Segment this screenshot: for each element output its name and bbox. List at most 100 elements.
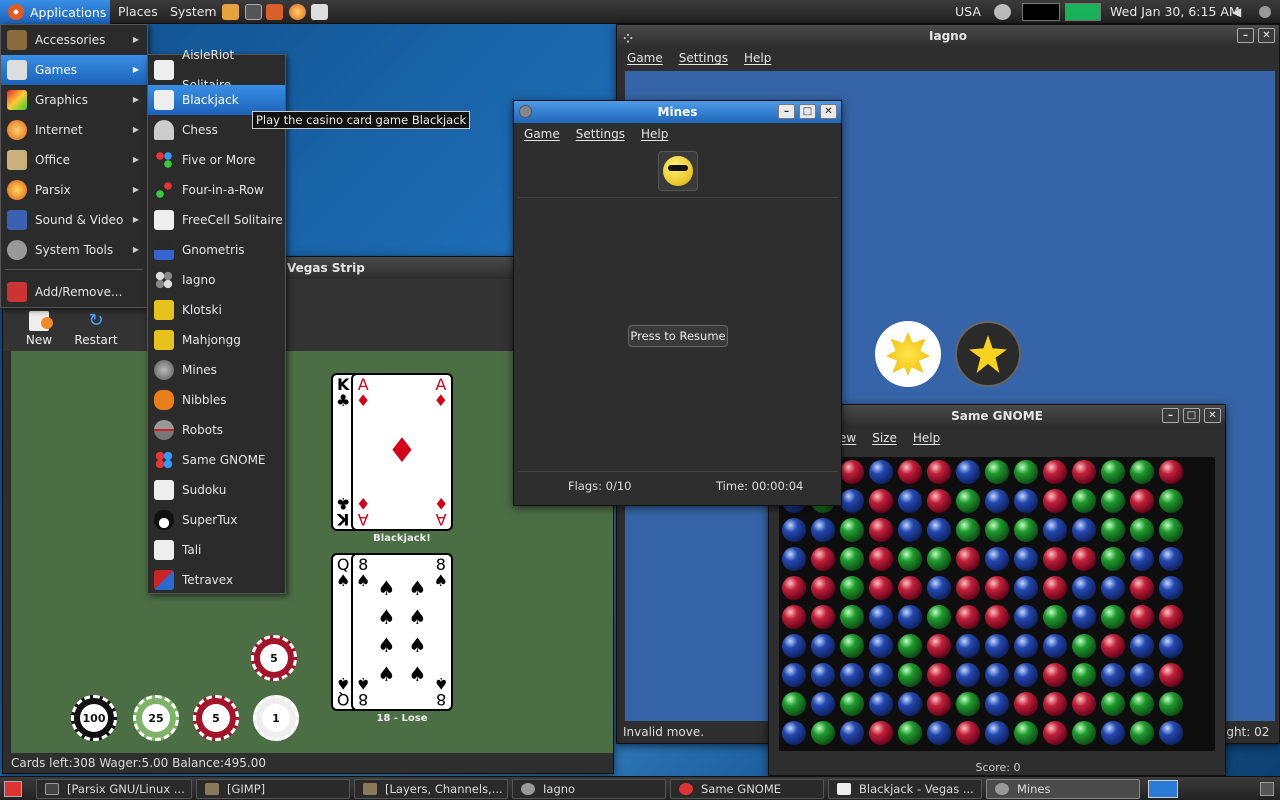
ball[interactable]	[869, 721, 893, 745]
menu-game[interactable]: Game	[627, 47, 663, 69]
ball[interactable]	[1043, 605, 1067, 629]
ball[interactable]	[1159, 663, 1183, 687]
ball[interactable]	[898, 605, 922, 629]
ball[interactable]	[840, 663, 864, 687]
menu-item-internet[interactable]: Internet ▶	[1, 115, 147, 145]
ball[interactable]	[840, 460, 864, 484]
iagno-titlebar[interactable]: ⁘ Iagno – ✕	[617, 25, 1279, 47]
workspace-switcher[interactable]	[1148, 780, 1178, 798]
menu-item-sound-video[interactable]: Sound & Video ▶	[1, 205, 147, 235]
menu-item-parsix[interactable]: Parsix ▶	[1, 175, 147, 205]
ball[interactable]	[1130, 721, 1154, 745]
ball[interactable]	[1072, 634, 1096, 658]
ball[interactable]	[1101, 576, 1125, 600]
ball[interactable]	[869, 518, 893, 542]
ball[interactable]	[1014, 721, 1038, 745]
ball[interactable]	[927, 634, 951, 658]
ball[interactable]	[782, 721, 806, 745]
ball[interactable]	[927, 547, 951, 571]
search-tool-icon[interactable]	[266, 4, 283, 20]
ball[interactable]	[956, 721, 980, 745]
ball[interactable]	[927, 489, 951, 513]
ball[interactable]	[1159, 489, 1183, 513]
menu-item-tali[interactable]: Tali	[148, 535, 285, 565]
menu-item-same-gnome[interactable]: Same GNOME	[148, 445, 285, 475]
ball[interactable]	[927, 721, 951, 745]
task-mines[interactable]: Mines	[986, 779, 1140, 799]
ball[interactable]	[869, 460, 893, 484]
ball[interactable]	[898, 576, 922, 600]
ball[interactable]	[898, 518, 922, 542]
ball[interactable]	[927, 518, 951, 542]
ball[interactable]	[927, 605, 951, 629]
ball[interactable]	[1072, 663, 1096, 687]
ball[interactable]	[985, 692, 1009, 716]
menu-item-accessories[interactable]: Accessories ▶	[1, 25, 147, 55]
menu-item-sudoku[interactable]: Sudoku	[148, 475, 285, 505]
ball[interactable]	[1043, 634, 1067, 658]
menu-help[interactable]: Help	[913, 427, 940, 449]
ball[interactable]	[1043, 460, 1067, 484]
ball[interactable]	[1043, 692, 1067, 716]
ball[interactable]	[1159, 605, 1183, 629]
press-to-resume-button[interactable]: Press to Resume	[628, 325, 728, 347]
ball[interactable]	[1101, 460, 1125, 484]
ball[interactable]	[1101, 663, 1125, 687]
ball[interactable]	[1072, 460, 1096, 484]
menu-item-mahjongg[interactable]: Mahjongg	[148, 325, 285, 355]
menu-item-gnometris[interactable]: Gnometris	[148, 235, 285, 265]
ball[interactable]	[840, 518, 864, 542]
ball[interactable]	[1101, 721, 1125, 745]
ball[interactable]	[1014, 460, 1038, 484]
network-monitor-applet[interactable]	[1065, 3, 1101, 21]
chip-1[interactable]: 1	[253, 695, 299, 741]
ball[interactable]	[985, 460, 1009, 484]
ball[interactable]	[869, 692, 893, 716]
menu-item-iagno[interactable]: Iagno	[148, 265, 285, 295]
ball[interactable]	[1043, 721, 1067, 745]
ball[interactable]	[869, 489, 893, 513]
menu-item-tetravex[interactable]: Tetravex	[148, 565, 285, 595]
menu-item-aisleriot[interactable]: AisleRiot Solitaire	[148, 48, 285, 92]
ball[interactable]	[782, 547, 806, 571]
web-browser-icon[interactable]	[289, 4, 306, 20]
volume-icon[interactable]: ◀	[1232, 5, 1244, 19]
new-button[interactable]: New	[23, 311, 55, 347]
places-menu[interactable]: Places	[118, 0, 158, 24]
ball[interactable]	[782, 605, 806, 629]
ball[interactable]	[1130, 460, 1154, 484]
ball[interactable]	[956, 663, 980, 687]
ball[interactable]	[898, 460, 922, 484]
ball[interactable]	[1043, 489, 1067, 513]
ball[interactable]	[782, 692, 806, 716]
ball[interactable]	[1101, 692, 1125, 716]
menu-item-supertux[interactable]: SuperTux	[148, 505, 285, 535]
menu-item-nibbles[interactable]: Nibbles	[148, 385, 285, 415]
ball[interactable]	[811, 518, 835, 542]
ball[interactable]	[840, 489, 864, 513]
menu-size[interactable]: Size	[872, 427, 897, 449]
ball[interactable]	[1072, 547, 1096, 571]
ball[interactable]	[811, 547, 835, 571]
ball[interactable]	[1043, 547, 1067, 571]
task-same-gnome[interactable]: Same GNOME	[670, 779, 824, 799]
ball[interactable]	[956, 576, 980, 600]
restart-button[interactable]: ↻ Restart	[71, 311, 121, 348]
ball[interactable]	[1043, 518, 1067, 542]
ball[interactable]	[985, 721, 1009, 745]
menu-game[interactable]: Game	[524, 123, 560, 145]
chip-5[interactable]: 5	[193, 695, 239, 741]
ball[interactable]	[840, 576, 864, 600]
ball[interactable]	[811, 663, 835, 687]
ball[interactable]	[1130, 663, 1154, 687]
menu-help[interactable]: Help	[641, 123, 668, 145]
ball[interactable]	[1101, 518, 1125, 542]
menu-item-mines[interactable]: Mines	[148, 355, 285, 385]
ball[interactable]	[840, 634, 864, 658]
task-iagno[interactable]: Iagno	[512, 779, 666, 799]
ball[interactable]	[869, 605, 893, 629]
menu-item-graphics[interactable]: Graphics ▶	[1, 85, 147, 115]
ball[interactable]	[1159, 460, 1183, 484]
ball[interactable]	[898, 547, 922, 571]
ball[interactable]	[1014, 518, 1038, 542]
